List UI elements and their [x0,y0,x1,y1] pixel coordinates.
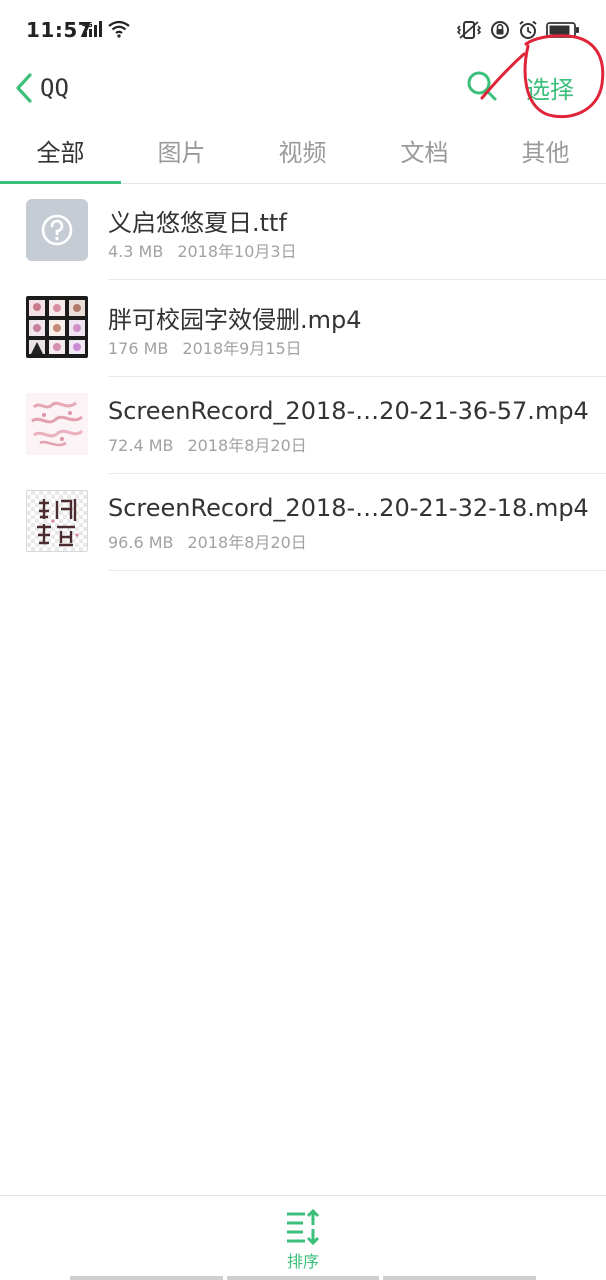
file-thumbnail [26,393,88,455]
back-button[interactable]: QQ [14,68,84,108]
file-name: ScreenRecord_2018-…20-21-32-18.mp4 [108,494,589,522]
file-list: 义启悠悠夏日.ttf 4.3 MB 2018年10月3日 胖可校园字效侵删.mp… [0,183,606,571]
video-thumbnail-icon [29,300,85,354]
file-date: 2018年8月20日 [187,533,307,552]
sort-icon [287,1208,320,1246]
tab-images[interactable]: 图片 [121,124,242,182]
file-meta: 72.4 MB 2018年8月20日 [108,432,307,456]
nav-segment [70,1276,223,1280]
file-thumbnail [26,490,88,552]
signal-icon: 4G [82,21,102,37]
video-thumbnail-icon [37,499,79,547]
search-icon [467,71,497,101]
list-item[interactable]: ScreenRecord_2018-…20-21-32-18.mp4 96.6 … [0,474,606,571]
rotation-lock-icon [491,21,509,39]
file-meta: 96.6 MB 2018年8月20日 [108,529,307,553]
category-tabs: 全部 图片 视频 文档 其他 [0,124,606,184]
status-right-icons [456,20,580,40]
tab-documents[interactable]: 文档 [364,124,485,182]
file-name: 胖可校园字效侵删.mp4 [108,306,362,334]
tab-all[interactable]: 全部 [0,124,121,182]
list-item[interactable]: 胖可校园字效侵删.mp4 176 MB 2018年9月15日 [0,280,606,377]
question-icon [41,214,73,246]
status-bar: 11:57 4G [0,0,606,60]
sort-button[interactable]: 排序 [273,1208,333,1272]
nav-segment [226,1276,380,1280]
file-size: 72.4 MB [108,436,174,455]
file-size: 176 MB [108,339,169,358]
file-meta: 176 MB 2018年9月15日 [108,335,302,359]
file-date: 2018年10月3日 [177,242,297,261]
file-thumbnail [26,296,88,358]
file-name: 义启悠悠夏日.ttf [108,209,287,237]
battery-icon [546,22,579,38]
list-item[interactable]: 义启悠悠夏日.ttf 4.3 MB 2018年10月3日 [0,183,606,280]
vibrate-icon [456,21,482,39]
alarm-icon [519,20,537,39]
video-thumbnail-icon [31,401,84,447]
bottom-bar: 排序 [0,1195,606,1280]
select-button[interactable]: 选择 [526,70,574,105]
title-bar: QQ 选择 [0,60,606,116]
chevron-left-icon [16,73,32,103]
file-name: ScreenRecord_2018-…20-21-36-57.mp4 [108,397,589,425]
tab-other[interactable]: 其他 [485,124,606,182]
list-item[interactable]: ScreenRecord_2018-…20-21-36-57.mp4 72.4 … [0,377,606,474]
divider [108,570,606,571]
file-date: 2018年9月15日 [182,339,302,358]
sort-label: 排序 [286,1252,319,1271]
search-button[interactable] [462,66,502,106]
nav-segment [383,1276,537,1280]
tab-videos[interactable]: 视频 [242,124,363,182]
back-label: QQ [40,74,69,102]
file-size: 96.6 MB [108,533,174,552]
file-size: 4.3 MB [108,242,164,261]
file-meta: 4.3 MB 2018年10月3日 [108,238,297,262]
gesture-nav-bar [70,1276,537,1280]
file-date: 2018年8月20日 [187,436,307,455]
status-left-icons: 4G [82,20,130,38]
wifi-icon [108,20,130,38]
network-type-label: 4G [82,21,93,29]
file-thumbnail [26,199,88,261]
